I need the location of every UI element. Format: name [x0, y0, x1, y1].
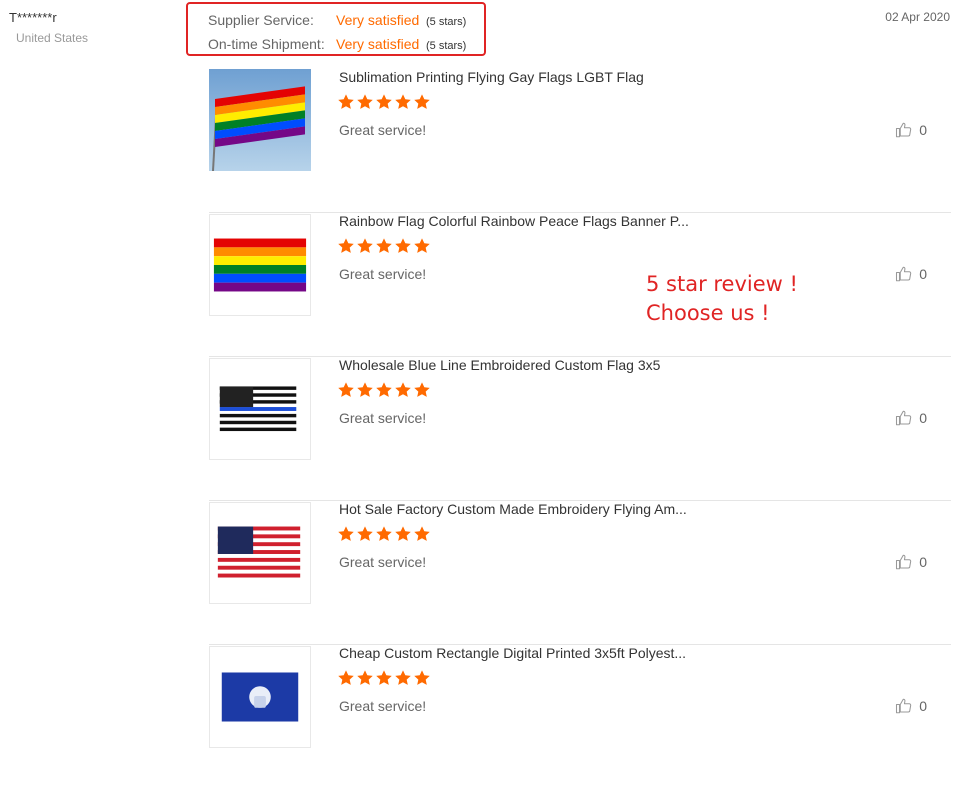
review-date: 02 Apr 2020: [885, 10, 950, 24]
rating-label: On-time Shipment:: [208, 36, 325, 52]
star-icon: [376, 670, 392, 685]
review-text: Great service!: [339, 122, 427, 138]
blue-line-flag-image: [219, 386, 297, 432]
star-icon: [357, 526, 373, 541]
product-review-item: Wholesale Blue Line Embroidered Custom F…: [209, 357, 951, 501]
product-review-list: Sublimation Printing Flying Gay Flags LG…: [209, 69, 951, 788]
star-icon: [395, 526, 411, 541]
product-image[interactable]: [209, 69, 311, 171]
rating-supplier-service: Supplier Service: Very satisfied (5 stars): [208, 12, 466, 28]
product-image[interactable]: [209, 214, 311, 316]
like-count: 0: [919, 410, 927, 426]
star-icon: [414, 238, 430, 253]
star-icon: [338, 238, 354, 253]
like-count: 0: [919, 554, 927, 570]
star-icon: [395, 670, 411, 685]
review-text: Great service!: [339, 266, 427, 282]
product-title[interactable]: Hot Sale Factory Custom Made Embroidery …: [339, 501, 687, 517]
review-text: Great service!: [339, 698, 427, 714]
like-button[interactable]: 0: [895, 409, 927, 427]
star-icon: [376, 238, 392, 253]
product-review-item: Rainbow Flag Colorful Rainbow Peace Flag…: [209, 213, 951, 357]
like-button[interactable]: 0: [895, 697, 927, 715]
star-icon: [338, 670, 354, 685]
rainbow-flag-image: [209, 69, 311, 171]
product-title[interactable]: Rainbow Flag Colorful Rainbow Peace Flag…: [339, 213, 689, 229]
star-rating: [337, 669, 431, 687]
thumbs-up-icon: [896, 698, 912, 714]
review-text: Great service!: [339, 410, 427, 426]
rating-value: Very satisfied: [336, 12, 420, 28]
like-count: 0: [919, 698, 927, 714]
star-icon: [414, 94, 430, 109]
product-title[interactable]: Cheap Custom Rectangle Digital Printed 3…: [339, 645, 686, 661]
star-icon: [395, 94, 411, 109]
product-image[interactable]: [209, 358, 311, 460]
star-icon: [338, 94, 354, 109]
reviewer-name: T*******r: [9, 10, 57, 25]
star-icon: [395, 238, 411, 253]
rating-on-time-shipment: On-time Shipment: Very satisfied (5 stars): [208, 36, 466, 52]
air-force-flag-image: [221, 672, 299, 722]
promo-line-1: 5 star review !: [646, 272, 798, 296]
star-rating: [337, 381, 431, 399]
product-review-item: Sublimation Printing Flying Gay Flags LG…: [209, 69, 951, 213]
like-count: 0: [919, 266, 927, 282]
star-rating: [337, 237, 431, 255]
like-button[interactable]: 0: [895, 265, 927, 283]
rainbow-flag-image: [213, 238, 307, 292]
star-icon: [357, 238, 373, 253]
thumbs-up-icon: [896, 410, 912, 426]
product-image[interactable]: [209, 646, 311, 748]
rating-stars-text: (5 stars): [426, 40, 467, 52]
product-title[interactable]: Wholesale Blue Line Embroidered Custom F…: [339, 357, 660, 373]
star-icon: [395, 382, 411, 397]
us-flag-image: [217, 526, 301, 578]
star-icon: [357, 382, 373, 397]
like-button[interactable]: 0: [895, 121, 927, 139]
promo-line-2: Choose us !: [646, 301, 770, 325]
star-icon: [414, 526, 430, 541]
thumbs-up-icon: [896, 266, 912, 282]
rating-label: Supplier Service:: [208, 12, 314, 28]
product-image[interactable]: [209, 502, 311, 604]
star-icon: [338, 526, 354, 541]
product-review-item: Cheap Custom Rectangle Digital Printed 3…: [209, 645, 951, 788]
like-count: 0: [919, 122, 927, 138]
star-icon: [376, 526, 392, 541]
reviewer-country: United States: [16, 31, 89, 45]
star-rating: [337, 93, 431, 111]
product-review-item: Hot Sale Factory Custom Made Embroidery …: [209, 501, 951, 645]
like-button[interactable]: 0: [895, 553, 927, 571]
star-icon: [338, 382, 354, 397]
star-icon: [414, 670, 430, 685]
star-icon: [357, 670, 373, 685]
star-rating: [337, 525, 431, 543]
thumbs-up-icon: [896, 122, 912, 138]
star-icon: [357, 94, 373, 109]
star-icon: [414, 382, 430, 397]
product-title[interactable]: Sublimation Printing Flying Gay Flags LG…: [339, 69, 644, 85]
review-text: Great service!: [339, 554, 427, 570]
star-icon: [376, 94, 392, 109]
thumbs-up-icon: [896, 554, 912, 570]
rating-stars-text: (5 stars): [426, 16, 467, 28]
star-icon: [376, 382, 392, 397]
promo-overlay-text: 5 star review ! Choose us !: [646, 270, 798, 328]
rating-value: Very satisfied: [336, 36, 420, 52]
seller-ratings-highlight: Supplier Service: Very satisfied (5 stars)…: [186, 2, 486, 56]
